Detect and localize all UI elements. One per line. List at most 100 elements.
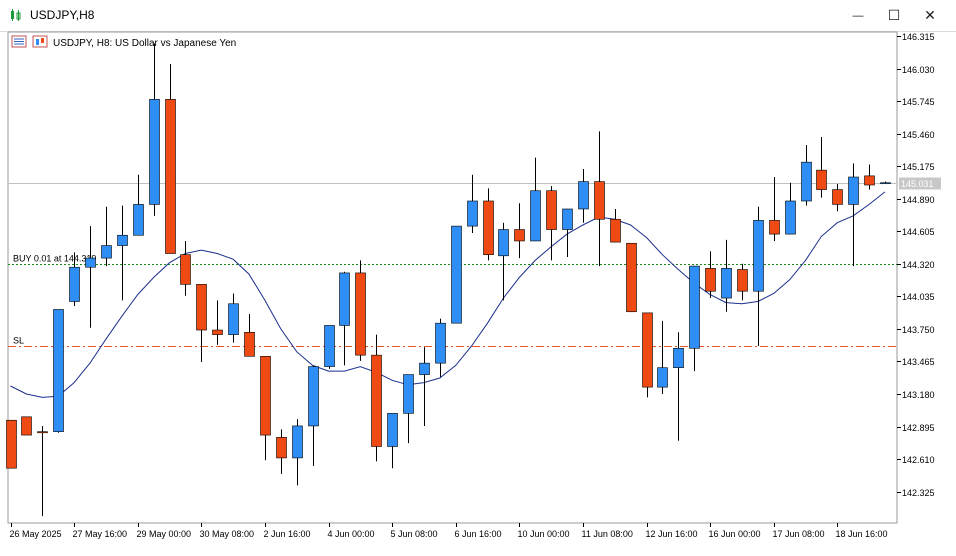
candle-body bbox=[212, 329, 223, 335]
x-tick-label: 18 Jun 16:00 bbox=[836, 529, 888, 539]
candle-body bbox=[292, 425, 303, 459]
y-tick-label: 143.465 bbox=[902, 357, 935, 367]
candle[interactable] bbox=[355, 260, 366, 361]
candle-body bbox=[260, 355, 271, 436]
candle-body bbox=[705, 268, 716, 292]
candle[interactable] bbox=[324, 325, 335, 369]
y-tick-label: 143.180 bbox=[902, 390, 935, 400]
candle-body bbox=[498, 229, 509, 257]
candle-body bbox=[149, 99, 160, 205]
y-tick-label: 146.315 bbox=[902, 32, 935, 42]
maximize-icon: ☐ bbox=[887, 7, 901, 23]
y-tick-label: 142.610 bbox=[902, 455, 935, 465]
candle-body bbox=[21, 416, 32, 436]
candle-body bbox=[101, 245, 112, 259]
x-tick-label: 4 Jun 00:00 bbox=[328, 529, 375, 539]
y-tick-label: 144.035 bbox=[902, 292, 935, 302]
candle-body bbox=[848, 176, 859, 205]
candle-body bbox=[832, 189, 843, 205]
candle-body bbox=[6, 419, 17, 469]
candle-body bbox=[769, 220, 780, 235]
candle-body bbox=[133, 204, 144, 236]
y-tick-label: 145.175 bbox=[902, 162, 935, 172]
y-tick-label: 142.325 bbox=[902, 488, 935, 498]
candle-body bbox=[657, 367, 668, 388]
candle-body bbox=[626, 242, 637, 313]
y-tick-label: 143.750 bbox=[902, 325, 935, 335]
candle-body bbox=[371, 354, 382, 447]
x-tick-label: 26 May 2025 bbox=[10, 529, 62, 539]
candle-body bbox=[530, 190, 541, 242]
candle-body bbox=[721, 268, 732, 299]
candle-body bbox=[642, 312, 653, 388]
x-tick-label: 2 Jun 16:00 bbox=[264, 529, 311, 539]
candle-body bbox=[53, 309, 64, 432]
candle-body bbox=[737, 269, 748, 292]
candle[interactable] bbox=[642, 312, 653, 398]
candle-body bbox=[673, 347, 684, 369]
candle-body bbox=[689, 265, 700, 349]
candle-body bbox=[339, 272, 350, 326]
list-icon[interactable] bbox=[11, 35, 27, 48]
x-tick-label: 16 Jun 00:00 bbox=[709, 529, 761, 539]
window-title: USDJPY,H8 bbox=[30, 8, 95, 22]
candle-body bbox=[117, 234, 128, 246]
candle-body bbox=[864, 175, 875, 186]
x-tick-label: 27 May 16:00 bbox=[73, 529, 128, 539]
chart-header: USDJPY, H8: US Dollar vs Japanese Yen bbox=[11, 35, 236, 49]
candlestick-chart[interactable]: BUY 0.01 at 144.319 SL 146.315 146.030 145.… bbox=[0, 31, 956, 551]
candle-body bbox=[467, 200, 478, 227]
candle-body bbox=[324, 325, 335, 367]
x-tick-label: 30 May 08:00 bbox=[200, 529, 255, 539]
candle-body bbox=[451, 225, 462, 324]
y-tick-label: 145.745 bbox=[902, 97, 935, 107]
x-tick-label: 17 Jun 08:00 bbox=[773, 529, 825, 539]
candle-body bbox=[801, 161, 812, 202]
chart-type-icon[interactable] bbox=[32, 35, 48, 48]
candle-body bbox=[355, 272, 366, 356]
y-tick-label: 142.895 bbox=[902, 423, 935, 433]
y-tick-label: 146.030 bbox=[902, 65, 935, 75]
candle-body bbox=[546, 190, 557, 230]
x-tick-label: 10 Jun 00:00 bbox=[518, 529, 570, 539]
minimize-icon: — bbox=[852, 9, 864, 22]
current-price-label: 145.031 bbox=[901, 179, 934, 189]
candle-body bbox=[85, 257, 96, 268]
y-tick-label: 144.890 bbox=[902, 195, 935, 205]
title-bar: USDJPY,H8 — ☐ ✕ bbox=[0, 0, 956, 32]
x-tick-label: 5 Jun 08:00 bbox=[391, 529, 438, 539]
candle[interactable] bbox=[53, 309, 64, 433]
candle-body bbox=[816, 169, 827, 190]
candle-body bbox=[594, 181, 605, 220]
x-tick-label: 6 Jun 16:00 bbox=[455, 529, 502, 539]
close-button[interactable]: ✕ bbox=[908, 0, 952, 31]
stop-loss-label: SL bbox=[13, 336, 24, 346]
x-tick-label: 12 Jun 16:00 bbox=[646, 529, 698, 539]
candle-body bbox=[196, 284, 207, 331]
candle-body bbox=[880, 182, 891, 185]
candle-body bbox=[276, 437, 287, 459]
chart-header-label: USDJPY, H8: US Dollar vs Japanese Yen bbox=[53, 38, 236, 49]
candle[interactable] bbox=[626, 242, 637, 313]
buy-order-label: BUY 0.01 at 144.319 bbox=[13, 254, 96, 264]
candle-body bbox=[578, 181, 589, 210]
candle-body bbox=[180, 254, 191, 285]
candle-body bbox=[387, 413, 398, 447]
candle-body bbox=[419, 362, 430, 375]
candle[interactable] bbox=[451, 225, 462, 324]
chart-window[interactable]: BUY 0.01 at 144.319 SL 146.315 146.030 145.… bbox=[0, 31, 956, 551]
candle-body bbox=[37, 431, 48, 434]
x-tick-label: 29 May 00:00 bbox=[137, 529, 192, 539]
y-tick-label: 145.460 bbox=[902, 130, 935, 140]
candle-body bbox=[610, 218, 621, 243]
candle-body bbox=[435, 322, 446, 364]
candle-body bbox=[69, 266, 80, 302]
candlestick-app-icon bbox=[11, 9, 21, 21]
candle[interactable] bbox=[21, 416, 32, 436]
candle-body bbox=[308, 366, 319, 427]
candle-body bbox=[753, 220, 764, 292]
candle-body bbox=[785, 200, 796, 235]
candle[interactable] bbox=[6, 419, 17, 469]
candle-body bbox=[403, 374, 414, 414]
candle-body bbox=[228, 303, 239, 335]
